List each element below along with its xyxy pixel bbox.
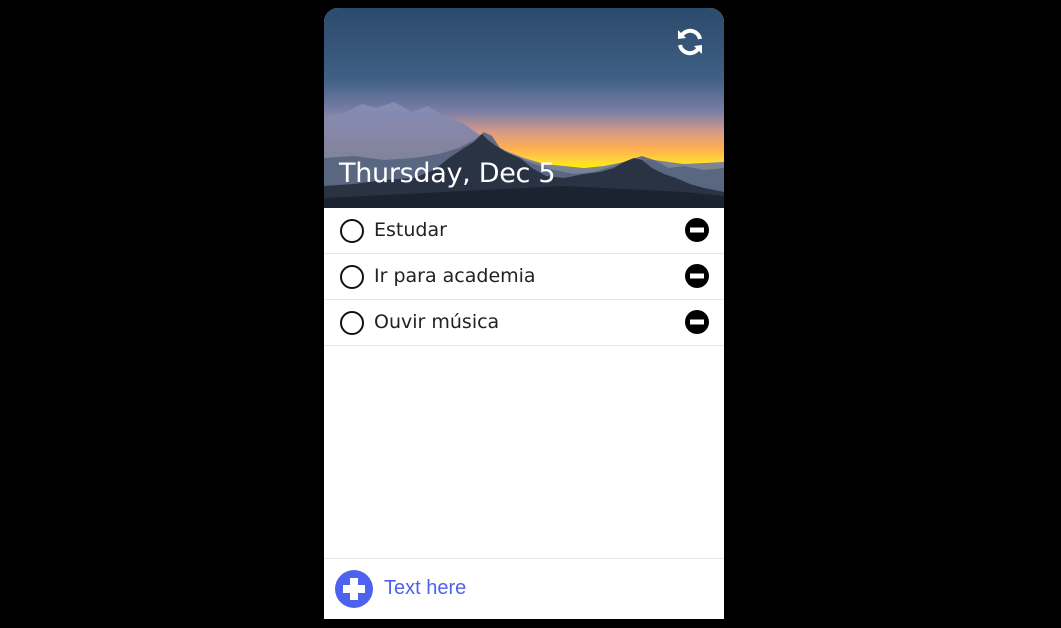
header-banner: Thursday, Dec 5	[324, 8, 724, 208]
task-label: Ir para academia	[374, 265, 536, 287]
remove-task-icon[interactable]	[685, 264, 709, 288]
task-label: Ouvir música	[374, 311, 500, 333]
task-label: Estudar	[374, 219, 447, 241]
new-task-input[interactable]	[382, 573, 706, 603]
refresh-icon	[678, 28, 702, 56]
task-item: Ir para academia	[324, 254, 724, 300]
remove-task-icon[interactable]	[685, 310, 709, 334]
remove-task-icon[interactable]	[685, 218, 709, 242]
task-checkbox[interactable]	[340, 265, 364, 289]
refresh-button[interactable]	[674, 26, 706, 58]
todo-app: Thursday, Dec 5 Estudar Ir para academia	[324, 8, 724, 619]
add-task-button[interactable]	[335, 570, 373, 608]
add-task-bar	[324, 558, 724, 619]
task-item: Ouvir música	[324, 300, 724, 346]
task-checkbox[interactable]	[340, 311, 364, 335]
date-title: Thursday, Dec 5	[339, 158, 556, 189]
task-list: Estudar Ir para academia Ouvir música	[324, 208, 724, 346]
task-checkbox[interactable]	[340, 219, 364, 243]
plus-circle-icon	[335, 570, 373, 608]
task-item: Estudar	[324, 208, 724, 254]
